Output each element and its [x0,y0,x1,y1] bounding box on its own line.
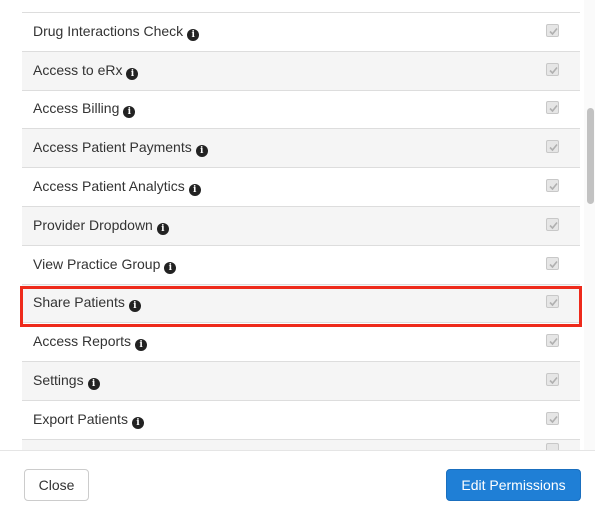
permission-label: Access Patient Analytics i [22,178,201,197]
close-button[interactable]: Close [24,469,89,501]
info-icon[interactable]: i [126,67,139,80]
permission-label: Access Reports i [22,333,148,352]
permission-checkbox[interactable] [546,179,559,193]
permissions-modal: Drug Interactions Check i Access to eRx i … [0,0,595,508]
permission-label: Provider Dropdown i [22,217,169,235]
permission-label: Settings i [22,372,100,391]
permission-row: Access Reports i [22,323,580,363]
permission-label: View Practice Group i [22,256,177,274]
permission-checkbox[interactable] [546,140,559,154]
permission-label: Access to eRx i [22,62,139,80]
info-icon[interactable]: i [87,378,100,391]
permission-label: Access Billing i [22,100,136,119]
info-icon[interactable]: i [156,222,169,235]
permissions-table: Drug Interactions Check i Access to eRx i … [22,12,580,450]
permission-label: Share Patients i [22,294,141,313]
permission-label: Drug Interactions Check i [22,23,200,41]
info-icon[interactable]: i [128,300,141,313]
permission-row: Export Patients i [22,400,580,440]
permission-row: Access Patient Analytics i [22,168,580,207]
permission-label: Access Patient Payments i [22,139,208,158]
permission-checkbox[interactable] [546,443,559,450]
permission-row: Settings i [22,362,580,401]
permission-label: Export Patients i [22,411,144,429]
permission-row: Share Patients i [22,284,580,324]
info-icon[interactable]: i [135,339,148,352]
permission-checkbox[interactable] [546,101,559,115]
permission-row: Access to eRx i [22,51,580,91]
permission-row: Access Patient Payments i [22,129,580,169]
scrollbar-track[interactable] [584,0,595,450]
permission-checkbox[interactable] [546,62,559,76]
permission-checkbox[interactable] [546,334,559,348]
permission-row: Access Billing i [22,90,580,130]
info-icon[interactable]: i [187,28,200,41]
info-icon[interactable]: i [131,416,144,429]
permission-checkbox[interactable] [546,411,559,425]
info-icon[interactable]: i [188,184,201,197]
permission-checkbox[interactable] [546,217,559,231]
permission-row: View Practice Group i [22,245,580,285]
permission-row: Provider Dropdown i [22,206,580,246]
permissions-scroll-area[interactable]: Drug Interactions Check i Access to eRx i … [0,0,595,450]
permission-checkbox[interactable] [546,295,559,309]
permission-checkbox[interactable] [546,373,559,387]
permission-row: Drug Interactions Check i [22,13,580,52]
permission-row-partial [22,439,580,450]
permission-checkbox[interactable] [546,23,559,37]
edit-permissions-button[interactable]: Edit Permissions [446,469,581,501]
info-icon[interactable]: i [164,261,177,274]
scrollbar-thumb[interactable] [587,108,594,204]
modal-footer: Close Edit Permissions [0,450,595,508]
info-icon[interactable]: i [123,106,136,119]
info-icon[interactable]: i [195,145,208,158]
permission-checkbox[interactable] [546,256,559,270]
